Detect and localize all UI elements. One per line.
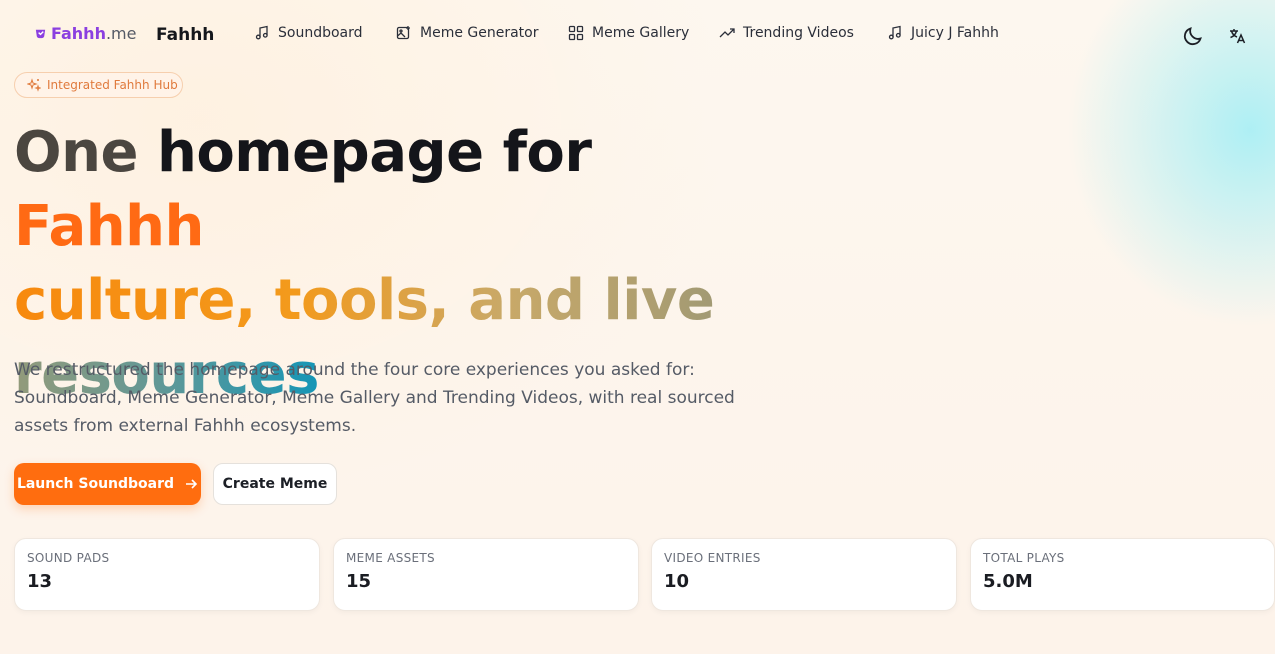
image-edit-icon: [396, 26, 410, 40]
nav-item-meme-gallery[interactable]: Meme Gallery: [568, 25, 689, 41]
music-note-icon: [888, 25, 901, 40]
nav-item-label: Juicy J Fahhh: [911, 25, 999, 41]
stat-value: 5.0M: [983, 571, 1033, 592]
create-meme-button[interactable]: Create Meme: [213, 463, 337, 505]
nav-item-trending-videos[interactable]: Trending Videos: [719, 25, 854, 41]
stat-value: 15: [346, 571, 372, 592]
logo[interactable]: Fahhh .me: [34, 24, 136, 43]
logo-tld: .me: [105, 24, 137, 43]
site-name[interactable]: Fahhh: [156, 25, 214, 45]
headline-line-1: One homepage for Fahhh: [14, 116, 794, 264]
stat-value: 10: [664, 571, 690, 592]
music-note-icon: [255, 25, 268, 40]
stat-card-video-entries: VIDEO ENTRIES 10: [651, 538, 957, 611]
nav-item-soundboard[interactable]: Soundboard: [254, 25, 363, 41]
stat-value: 13: [27, 571, 53, 592]
hero-description: We restructured the homepage around the …: [14, 360, 735, 436]
theme-toggle-button[interactable]: [1181, 24, 1205, 48]
stat-card-meme-assets: MEME ASSETS 15: [333, 538, 639, 611]
launch-soundboard-button[interactable]: Launch Soundboard: [14, 463, 201, 505]
badge-label: Integrated Fahhh Hub: [47, 78, 178, 92]
hub-badge: Integrated Fahhh Hub: [14, 72, 183, 98]
nav-item-label: Meme Generator: [420, 25, 539, 41]
stat-label: SOUND PADS: [27, 551, 110, 565]
language-button[interactable]: [1225, 24, 1249, 48]
stat-label: TOTAL PLAYS: [983, 551, 1065, 565]
arrow-right-icon: [186, 479, 198, 489]
stat-label: MEME ASSETS: [346, 551, 435, 565]
nav-item-meme-generator[interactable]: Meme Generator: [396, 25, 539, 41]
button-label: Create Meme: [222, 476, 328, 492]
stat-card-sound-pads: SOUND PADS 13: [14, 538, 320, 611]
stats-row: SOUND PADS 13 MEME ASSETS 15 VIDEO ENTRI…: [14, 538, 1275, 611]
trending-up-icon: [719, 28, 735, 38]
nav-item-label: Soundboard: [278, 25, 363, 41]
top-navigation: Fahhh .me Fahhh Soundboard Meme Generator…: [0, 0, 1275, 72]
nav-item-label: Meme Gallery: [592, 25, 690, 41]
logo-mark-icon: [35, 29, 46, 39]
button-label: Launch Soundboard: [16, 476, 175, 492]
nav-item-juicy-j-fahhh[interactable]: Juicy J Fahhh: [887, 25, 999, 41]
stat-label: VIDEO ENTRIES: [664, 551, 761, 565]
grid-icon: [568, 25, 584, 41]
logo-brand: Fahhh: [51, 24, 106, 43]
stat-card-total-plays: TOTAL PLAYS 5.0M: [970, 538, 1275, 611]
headline-accent: Fahhh: [14, 194, 204, 259]
nav-item-label: Trending Videos: [743, 25, 854, 41]
headline-text: homepage for: [156, 120, 592, 185]
headline-line-2: culture, tools, and live: [14, 268, 715, 333]
sparkles-icon: [27, 78, 41, 92]
moon-icon: [1183, 27, 1202, 46]
headline-word-one: One: [14, 120, 157, 185]
translate-icon: [1230, 29, 1246, 44]
